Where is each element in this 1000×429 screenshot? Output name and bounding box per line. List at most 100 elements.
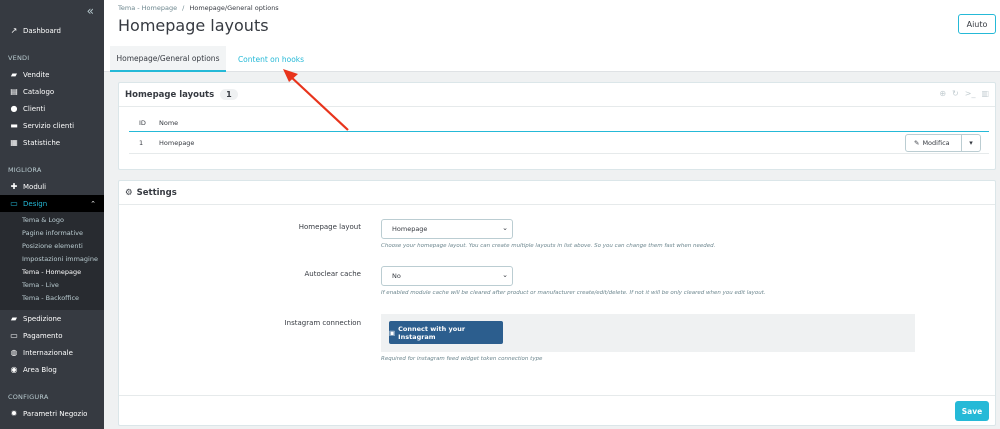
sidebar-item-blog[interactable]: ◉ Area Blog — [0, 361, 104, 378]
sidebar-item-label: Internazionale — [23, 348, 73, 357]
autoclear-cache-help: If enabled module cache will be cleared … — [381, 290, 766, 296]
breadcrumb-separator: / — [182, 4, 185, 12]
sidebar-item-shop-params[interactable]: ✹ Parametri Negozio — [0, 405, 104, 422]
column-header-name[interactable]: Nome — [159, 119, 989, 127]
database-icon[interactable]: ▥ — [981, 89, 989, 98]
sidebar-section-sell: VENDI — [8, 54, 30, 62]
sidebar-section-configure: CONFIGURA — [8, 393, 49, 401]
breadcrumb-current: Homepage/General options — [189, 4, 279, 12]
panel-title: Settings — [136, 187, 177, 198]
settings-panel: ⚙ Settings Homepage layout Homepage ⌄ Ch… — [118, 180, 996, 426]
select-value: Homepage — [392, 225, 428, 233]
homepage-layout-select[interactable]: Homepage ⌄ — [381, 219, 513, 239]
sidebar-item-label: Spedizione — [23, 314, 62, 323]
layouts-table: ID Nome 1 Homepage — [129, 115, 989, 154]
select-value: No — [392, 272, 401, 280]
cell-name: Homepage — [159, 138, 195, 147]
chevron-down-icon: ⌄ — [502, 224, 508, 232]
caret-down-icon[interactable]: ▾ — [962, 139, 980, 147]
sidebar-item-customers[interactable]: ● Clienti — [0, 100, 104, 117]
settings-panel-header: ⚙ Settings — [119, 181, 995, 205]
puzzle-icon: ✚ — [10, 182, 18, 191]
panel-footer-divider — [119, 395, 995, 396]
sidebar-item-dashboard[interactable]: ↗ Dashboard — [0, 22, 104, 39]
instagram-connection-help: Required for instagram feed widget token… — [381, 356, 543, 362]
sidebar-item-label: Dashboard — [23, 26, 61, 35]
column-header-id[interactable]: ID — [129, 119, 159, 127]
store-icon: ▤ — [10, 87, 18, 96]
edit-button-label: Modifica — [922, 139, 950, 147]
submenu-item-theme-homepage[interactable]: Tema - Homepage — [0, 265, 104, 278]
breadcrumb: Tema - Homepage / Homepage/General optio… — [118, 4, 279, 12]
layouts-panel: Homepage layouts 1 ⊕ ↻ >_ ▥ ID Nome 1 Ho… — [118, 82, 996, 170]
sidebar-item-modules[interactable]: ✚ Moduli — [0, 178, 104, 195]
sidebar-item-shipping[interactable]: ▰ Spedizione — [0, 310, 104, 327]
account-circle-icon: ● — [10, 104, 18, 113]
sidebar-item-customer-service[interactable]: ▬ Servizio clienti — [0, 117, 104, 134]
layouts-panel-header: Homepage layouts 1 — [119, 83, 995, 107]
add-icon[interactable]: ⊕ — [939, 89, 946, 98]
autoclear-cache-select[interactable]: No ⌄ — [381, 266, 513, 286]
tab-general-options[interactable]: Homepage/General options — [110, 46, 226, 72]
shopping-basket-icon: ▰ — [10, 70, 18, 79]
chevron-up-icon: ⌃ — [90, 199, 96, 208]
credit-card-icon: ▭ — [10, 331, 18, 340]
table-row[interactable]: 1 Homepage — [129, 132, 989, 154]
sidebar-item-catalog[interactable]: ▤ Catalogo — [0, 83, 104, 100]
sidebar-section-improve: MIGLIORA — [8, 166, 42, 174]
chevron-down-icon: ⌄ — [502, 271, 508, 279]
connect-instagram-label: Connect with your Instagram — [398, 324, 466, 341]
sidebar: « ↗ Dashboard VENDI ▰ Vendite ▤ Catalogo… — [0, 0, 104, 429]
tab-content-on-hooks[interactable]: Content on hooks — [228, 46, 314, 72]
sidebar-item-international[interactable]: ◍ Internazionale — [0, 344, 104, 361]
submenu-item-theme-backoffice[interactable]: Tema - Backoffice — [0, 291, 104, 304]
homepage-layout-help: Choose your homepage layout. You can cre… — [381, 243, 716, 249]
globe-icon: ◍ — [10, 348, 18, 357]
collapse-sidebar-icon[interactable]: « — [87, 4, 94, 18]
sidebar-item-stats[interactable]: ▦ Statistiche — [0, 134, 104, 151]
trending-up-icon: ↗ — [10, 26, 18, 35]
sidebar-item-label: Parametri Negozio — [23, 409, 88, 418]
sidebar-item-label: Statistiche — [23, 138, 61, 147]
page-header: Tema - Homepage / Homepage/General optio… — [104, 0, 1000, 72]
help-button[interactable]: Aiuto — [958, 14, 996, 34]
autoclear-cache-label: Autoclear cache — [304, 270, 361, 278]
cogs-icon: ⚙ — [125, 187, 133, 198]
truck-icon: ▰ — [10, 314, 18, 323]
sidebar-item-label: Servizio clienti — [23, 121, 75, 130]
desktop-icon: ▭ — [10, 199, 18, 208]
sidebar-item-label: Catalogo — [23, 87, 55, 96]
submenu-item-cms-pages[interactable]: Pagine informative — [0, 226, 104, 239]
connect-instagram-button[interactable]: ▣ Connect with your Instagram — [389, 321, 503, 344]
submenu-item-image-settings[interactable]: Impostazioni immagine — [0, 252, 104, 265]
sidebar-item-label: Area Blog — [23, 365, 57, 374]
refresh-icon[interactable]: ↻ — [952, 89, 959, 98]
instagram-icon: ▣ — [389, 328, 396, 337]
sidebar-item-design[interactable]: ▭ Design ⌃ — [0, 195, 104, 212]
edit-button[interactable]: ✎ Modifica — [906, 135, 962, 151]
chat-icon: ▬ — [10, 121, 18, 130]
sidebar-item-label: Pagamento — [23, 331, 63, 340]
submenu-item-theme-logo[interactable]: Tema & Logo — [0, 213, 104, 226]
sidebar-item-payment[interactable]: ▭ Pagamento — [0, 327, 104, 344]
panel-toolbar: ⊕ ↻ >_ ▥ — [939, 89, 989, 98]
cell-id: 1 — [139, 138, 144, 147]
sidebar-item-label: Clienti — [23, 104, 46, 113]
save-button[interactable]: Save — [955, 401, 989, 421]
breadcrumb-link[interactable]: Tema - Homepage — [118, 4, 177, 12]
sidebar-item-orders[interactable]: ▰ Vendite — [0, 66, 104, 83]
table-header: ID Nome — [129, 115, 989, 132]
panel-title: Homepage layouts — [125, 89, 215, 100]
submenu-item-theme-live[interactable]: Tema - Live — [0, 278, 104, 291]
instagram-connection-label: Instagram connection — [284, 319, 361, 327]
submenu-item-positions[interactable]: Posizione elementi — [0, 239, 104, 252]
page-title: Homepage layouts — [118, 16, 269, 35]
rss-icon: ◉ — [10, 365, 18, 374]
instagram-connection-box: ▣ Connect with your Instagram — [381, 314, 915, 352]
settings-icon: ✹ — [10, 409, 18, 418]
sidebar-item-label: Vendite — [23, 70, 50, 79]
sidebar-item-label: Design — [23, 199, 48, 208]
edit-button-group: ✎ Modifica ▾ — [905, 134, 981, 152]
terminal-icon[interactable]: >_ — [965, 89, 976, 98]
homepage-layout-label: Homepage layout — [298, 223, 361, 231]
